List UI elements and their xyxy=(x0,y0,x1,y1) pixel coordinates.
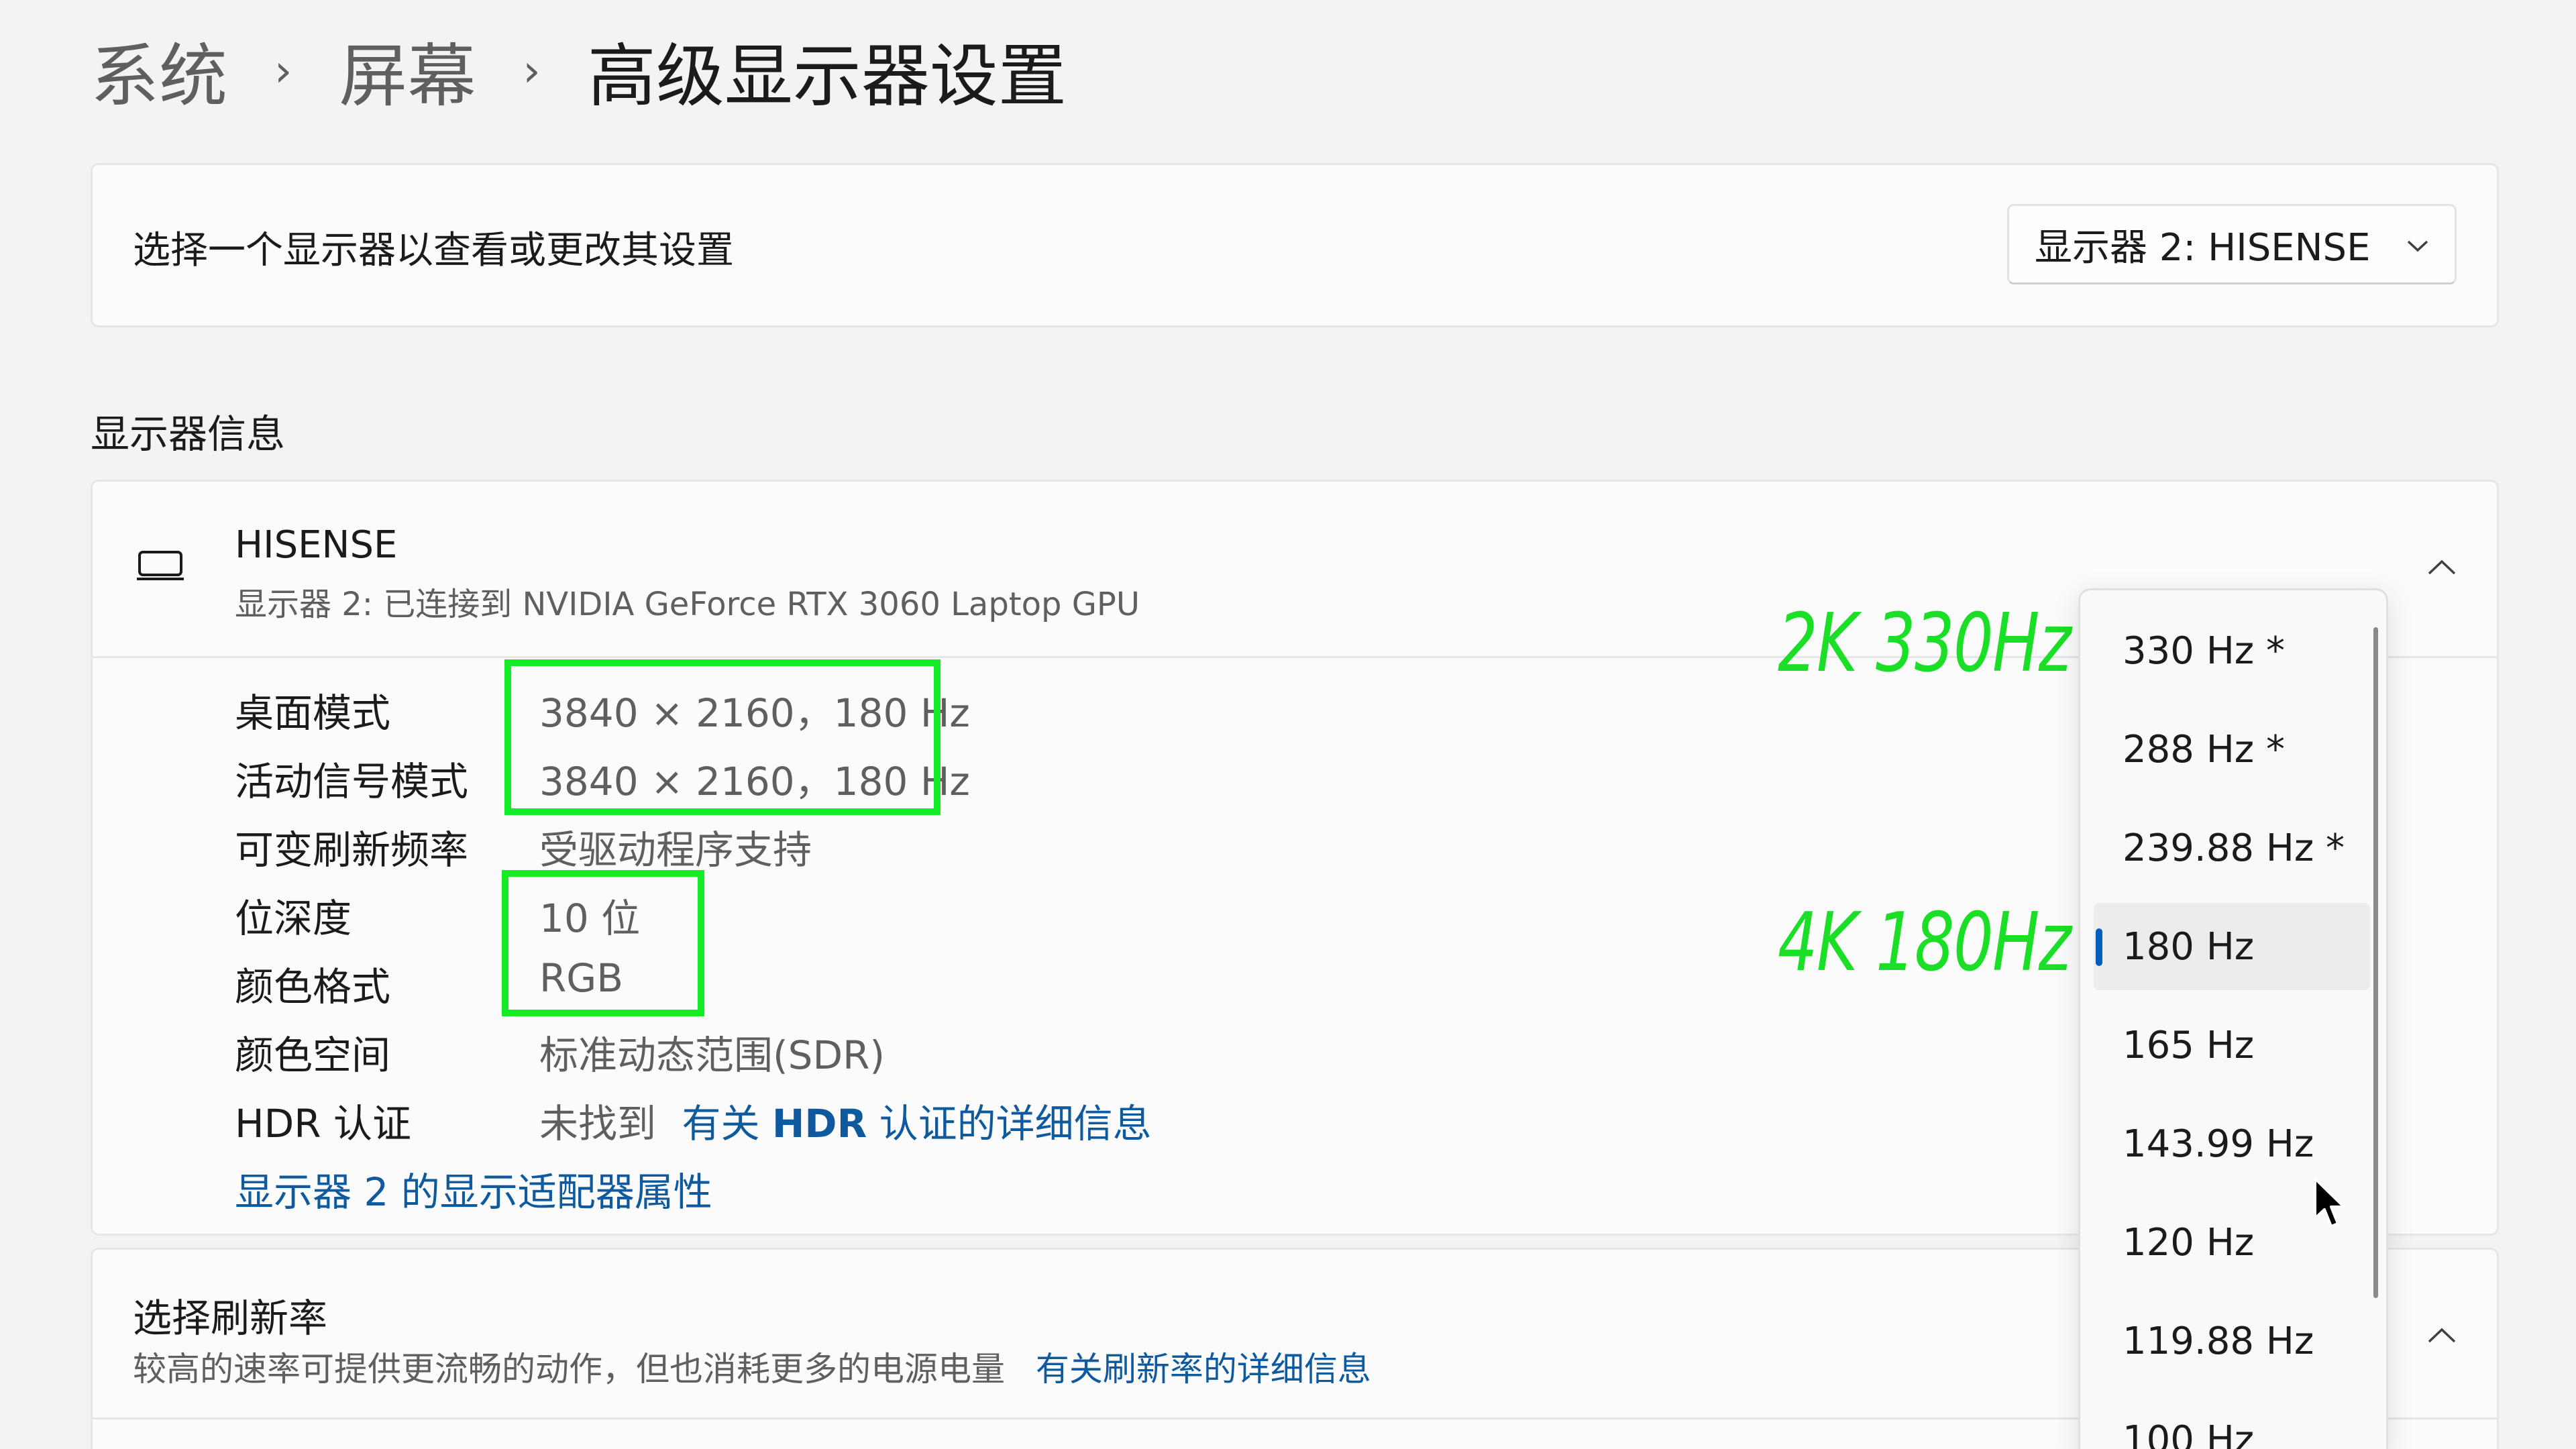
popup-scrollbar[interactable] xyxy=(2373,627,2378,1298)
hdr-link-prefix: 有关 xyxy=(682,1101,772,1146)
refresh-rate-title: 选择刷新率 xyxy=(133,1295,328,1341)
refresh-option-165[interactable]: 165 Hz xyxy=(2080,1002,2386,1089)
refresh-option-143-99[interactable]: 143.99 Hz xyxy=(2080,1100,2386,1187)
active-signal-label: 活动信号模式 xyxy=(235,759,469,804)
refresh-rate-dropdown-list[interactable]: 330 Hz * 288 Hz * 239.88 Hz * 180 Hz 165… xyxy=(2078,588,2388,1449)
color-space-label: 颜色空间 xyxy=(235,1032,391,1078)
breadcrumb: 系统 › 屏幕 › 高级显示器设置 xyxy=(91,20,1067,121)
refresh-rate-details-link[interactable]: 有关刷新率的详细信息 xyxy=(1036,1350,1371,1389)
hdr-link-bold: HDR xyxy=(771,1101,867,1146)
highlight-box-bit-depth xyxy=(502,870,704,1016)
annotation-4k-180hz: 4K 180Hz xyxy=(1778,896,2072,989)
hdr-link-suffix: 认证的详细信息 xyxy=(867,1101,1152,1146)
vrr-value: 受驱动程序支持 xyxy=(539,827,812,873)
display-name: HISENSE xyxy=(235,523,398,567)
breadcrumb-system[interactable]: 系统 xyxy=(91,21,227,120)
breadcrumb-separator-icon: › xyxy=(523,44,541,97)
display-info-heading: 显示器信息 xyxy=(91,411,286,457)
display-select-card: 选择一个显示器以查看或更改其设置 显示器 2: HISENSE xyxy=(91,163,2499,327)
display-description: 显示器 2: 已连接到 NVIDIA GeForce RTX 3060 Lapt… xyxy=(235,586,1140,623)
refresh-option-180-label: 180 Hz xyxy=(2123,924,2255,969)
refresh-option-119-88[interactable]: 119.88 Hz xyxy=(2080,1297,2386,1385)
refresh-option-330[interactable]: 330 Hz * xyxy=(2080,607,2386,694)
refresh-option-100[interactable]: 100 Hz xyxy=(2080,1396,2386,1449)
annotation-2k-330hz: 2K 330Hz xyxy=(1778,597,2072,690)
refresh-rate-description-row: 较高的速率可提供更流畅的动作，但也消耗更多的电源电量 有关刷新率的详细信息 xyxy=(133,1342,1371,1391)
mouse-cursor-icon xyxy=(2314,1177,2345,1228)
display-dropdown[interactable]: 显示器 2: HISENSE xyxy=(2007,204,2457,284)
hdr-cert-label: HDR 认证 xyxy=(235,1101,412,1146)
display-select-label: 选择一个显示器以查看或更改其设置 xyxy=(133,229,734,272)
monitor-icon xyxy=(137,551,184,580)
highlight-box-resolution xyxy=(504,659,941,815)
chevron-down-icon xyxy=(2406,229,2429,260)
refresh-option-288[interactable]: 288 Hz * xyxy=(2080,706,2386,793)
vrr-label: 可变刷新频率 xyxy=(235,827,469,873)
hdr-cert-value-row: 未找到 有关 HDR 认证的详细信息 xyxy=(539,1092,1152,1148)
refresh-option-180-selected[interactable]: 180 Hz xyxy=(2094,903,2370,990)
breadcrumb-separator-icon: › xyxy=(274,44,292,97)
display-adapter-properties-link[interactable]: 显示器 2 的显示适配器属性 xyxy=(235,1161,712,1217)
bit-depth-label: 位深度 xyxy=(235,896,352,941)
refresh-option-239-88[interactable]: 239.88 Hz * xyxy=(2080,804,2386,892)
chevron-up-icon[interactable] xyxy=(2427,1310,2457,1354)
settings-page: 系统 › 屏幕 › 高级显示器设置 选择一个显示器以查看或更改其设置 显示器 2… xyxy=(0,0,2576,1449)
hdr-details-link[interactable]: 有关 HDR 认证的详细信息 xyxy=(682,1101,1151,1146)
color-format-label: 颜色格式 xyxy=(235,964,391,1010)
refresh-rate-description: 较高的速率可提供更流畅的动作，但也消耗更多的电源电量 xyxy=(133,1350,1005,1389)
chevron-up-icon[interactable] xyxy=(2427,542,2457,586)
desktop-mode-label: 桌面模式 xyxy=(235,690,391,736)
page-title: 高级显示器设置 xyxy=(587,36,1067,117)
display-dropdown-value: 显示器 2: HISENSE xyxy=(2035,225,2371,270)
color-space-value: 标准动态范围(SDR) xyxy=(539,1032,885,1078)
hdr-cert-value: 未找到 xyxy=(539,1101,657,1146)
selection-indicator xyxy=(2096,928,2102,966)
breadcrumb-display[interactable]: 屏幕 xyxy=(339,21,476,120)
